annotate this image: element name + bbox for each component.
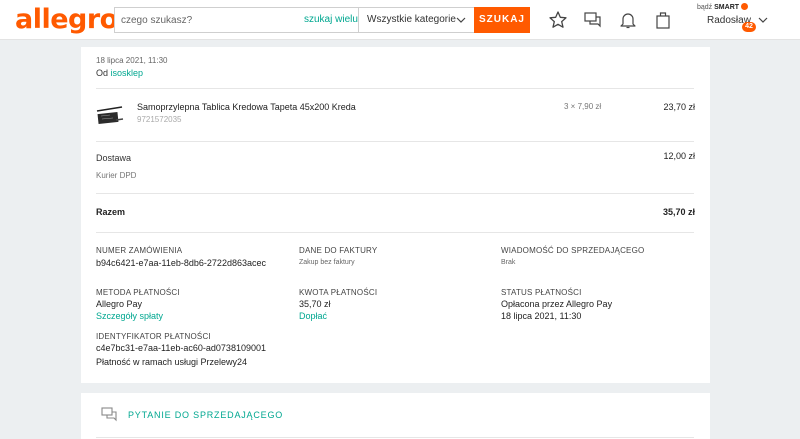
divider [96,193,694,194]
seller-link[interactable]: isosklep [111,68,144,78]
payment-status: Opłacona przez Allegro Pay [501,299,613,309]
payment-id: c4e7bc31-e7aa-11eb-ac60-ad0738109001 [96,343,266,353]
payment-status-label: STATUS PŁATNOŚCI [501,288,582,297]
product-qty-price: 3 × 7,90 zł [564,102,602,111]
shipping-price: 12,00 zł [663,151,695,161]
smart-pin-icon [741,3,748,10]
order-seller: Od isosklep [96,68,143,78]
order-date: 18 lipca 2021, 11:30 [96,56,168,65]
order-number: b94c6421-e7aa-11eb-8db6-2722d863acec [96,258,266,268]
question-card: PYTANIE DO SPRZEDAJĄCEGO [81,393,710,439]
chevron-down-icon[interactable] [757,14,769,26]
divider [96,232,694,233]
top-header: allegro szukaj wielu Wszystkie kategorie… [0,0,800,40]
chevron-down-icon [456,17,466,23]
product-thumbnail[interactable] [96,103,124,127]
shipping-method: Kurier DPD [96,171,137,180]
search-button[interactable]: SZUKAJ [474,7,530,33]
shipping-label: Dostawa [96,153,132,163]
payment-amount: 35,70 zł [299,299,331,309]
payment-service: Płatność w ramach usługi Przelewy24 [96,357,248,367]
smart-prefix: bądź [697,4,713,11]
bell-icon[interactable] [618,10,638,30]
payment-method: Allegro Pay [96,299,143,309]
cart-icon[interactable] [653,10,673,30]
surcharge-link[interactable]: Dopłać [299,311,327,321]
smart-brand: SMART [714,4,740,11]
chat-icon [101,407,117,422]
smart-promo[interactable]: bądź SMART [697,4,739,11]
order-card: 18 lipca 2021, 11:30 Od isosklep Samoprz… [81,47,710,383]
payment-id-label: IDENTYFIKATOR PŁATNOŚCI [96,332,211,341]
product-id: 9721572035 [137,115,182,124]
sum-value: 35,70 zł [662,207,695,217]
search-input[interactable] [115,8,295,32]
chat-icon[interactable] [583,10,603,30]
sum-label: Razem [96,207,126,217]
seller-prefix: Od [96,68,109,78]
order-number-label: NUMER ZAMÓWIENIA [96,246,183,255]
star-icon[interactable] [548,10,568,30]
payment-amount-label: KWOTA PŁATNOŚCI [299,288,378,297]
divider [96,88,694,89]
payment-method-label: METODA PŁATNOŚCI [96,288,180,297]
message-value: Brak [501,259,516,266]
product-total: 23,70 zł [663,102,695,112]
payment-details-link[interactable]: Szczegóły spłaty [96,311,163,321]
notification-badge: 42 [742,22,756,32]
category-select-value: Wszystkie kategorie [367,14,456,25]
divider [96,437,694,438]
ask-seller-link[interactable]: PYTANIE DO SPRZEDAJĄCEGO [128,410,283,420]
divider [96,141,694,142]
search-bar: szukaj wielu Wszystkie kategorie SZUKAJ [114,7,530,33]
product-name[interactable]: Samoprzylepna Tablica Kredowa Tapeta 45x… [137,102,356,112]
invoice-label: DANE DO FAKTURY [299,246,378,255]
payment-status-date: 18 lipca 2021, 11:30 [501,311,582,321]
search-many-link[interactable]: szukaj wielu [304,14,358,25]
allegro-logo[interactable]: allegro [15,4,118,35]
message-label: WIADOMOŚĆ DO SPRZEDAJĄCEGO [501,246,645,255]
invoice-value: Zakup bez faktury [299,259,355,266]
